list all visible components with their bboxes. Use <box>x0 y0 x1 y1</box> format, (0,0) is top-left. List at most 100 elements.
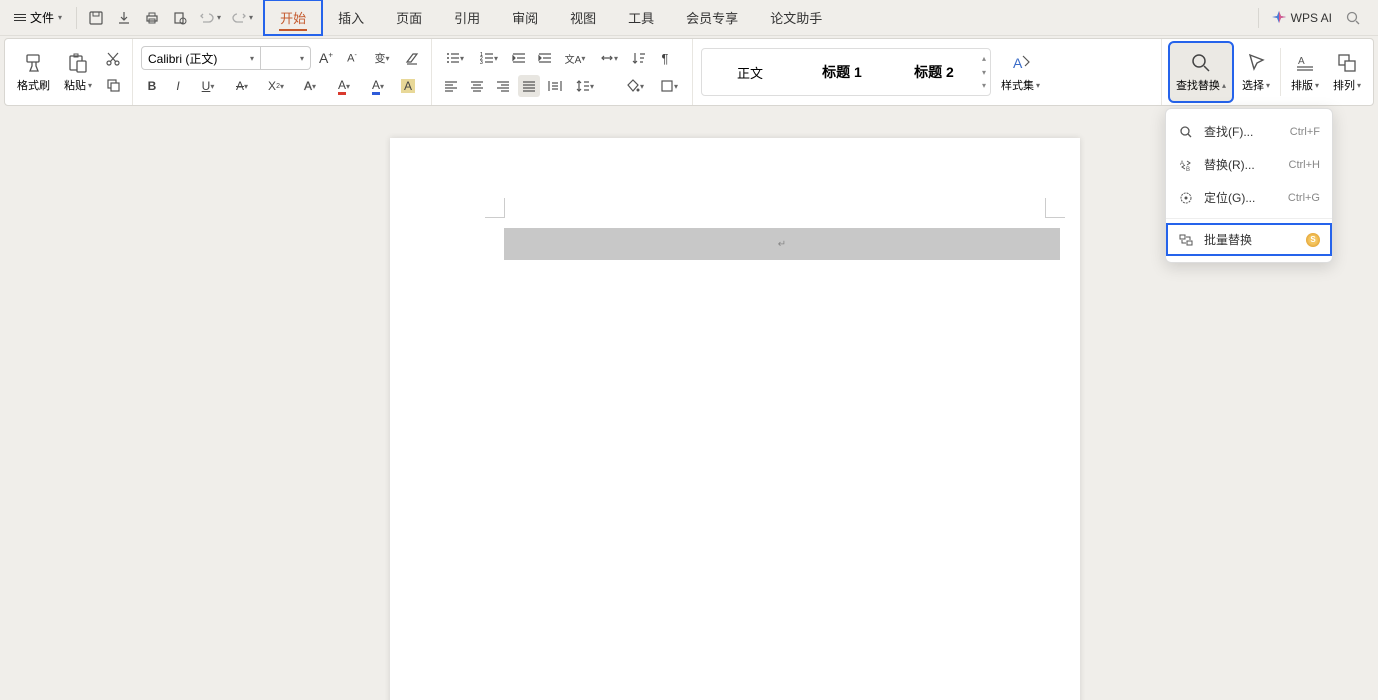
highlight-button[interactable]: A▾ <box>329 75 359 97</box>
font-name-select[interactable]: Calibri (正文) ▾ <box>141 46 261 70</box>
italic-button[interactable]: I <box>167 75 189 97</box>
text-effect-button[interactable]: A▾ <box>295 75 325 97</box>
style-expand-button[interactable]: ▾ <box>982 81 986 90</box>
format-painter-label: 格式刷 <box>17 77 50 93</box>
phonetic-guide-button[interactable]: 变▾ <box>367 47 397 69</box>
style-set-icon: A <box>1009 51 1033 75</box>
style-set-button[interactable]: A 样式集▾ <box>997 43 1044 101</box>
show-marks-button[interactable]: ¶ <box>654 47 676 69</box>
numbering-button[interactable]: 123▾ <box>474 47 504 69</box>
print-button[interactable] <box>143 9 161 27</box>
quick-access-bar: ▾ ▾ <box>77 7 264 29</box>
search-button[interactable] <box>1344 9 1362 27</box>
chevron-down-icon: ▾ <box>250 54 254 63</box>
chevron-down-icon: ▾ <box>217 13 221 22</box>
tab-insert[interactable]: 插入 <box>322 0 380 35</box>
decrease-indent-button[interactable] <box>508 47 530 69</box>
copy-button[interactable] <box>102 74 124 96</box>
dropdown-find[interactable]: 查找(F)... Ctrl+F <box>1166 115 1332 148</box>
layout-icon: A <box>1293 51 1317 75</box>
cut-button[interactable] <box>102 48 124 70</box>
shading-button[interactable]: ▾ <box>620 75 650 97</box>
save-button[interactable] <box>87 9 105 27</box>
svg-text:A: A <box>1013 55 1023 71</box>
batch-replace-icon <box>1178 232 1194 248</box>
style-heading1[interactable]: 标题 1 <box>798 52 886 92</box>
paragraph-group: ▾ 123▾ 文A▾ ▾ ¶ ▾ ▾ ▾ <box>432 39 693 105</box>
arrange-icon <box>1335 51 1359 75</box>
clipboard-extras <box>102 43 124 101</box>
chevron-down-icon: ▾ <box>300 54 304 63</box>
text-scale-button[interactable]: ▾ <box>594 47 624 69</box>
align-justify-button[interactable] <box>518 75 540 97</box>
selected-paragraph[interactable]: ↵ <box>504 228 1060 260</box>
style-down-button[interactable]: ▾ <box>982 68 986 77</box>
font-selector: Calibri (正文) ▾ ▾ <box>141 46 311 70</box>
hamburger-icon <box>14 14 26 21</box>
style-heading2[interactable]: 标题 2 <box>890 52 978 92</box>
find-replace-button[interactable]: 查找替换▴ <box>1170 43 1232 101</box>
sort-button[interactable] <box>628 47 650 69</box>
bullets-button[interactable]: ▾ <box>440 47 470 69</box>
underline-button[interactable]: U▾ <box>193 75 223 97</box>
tab-view[interactable]: 视图 <box>554 0 612 35</box>
tab-label: 引用 <box>454 8 480 27</box>
bold-button[interactable]: B <box>141 75 163 97</box>
tab-label: 工具 <box>628 8 654 27</box>
select-button[interactable]: 选择▾ <box>1238 43 1274 101</box>
tab-page[interactable]: 页面 <box>380 0 438 35</box>
font-color-button[interactable]: A▾ <box>363 75 393 97</box>
wps-ai-icon <box>1271 10 1287 26</box>
document-page[interactable]: ↵ <box>390 138 1080 700</box>
increase-indent-button[interactable] <box>534 47 556 69</box>
dropdown-goto-label: 定位(G)... <box>1204 189 1278 206</box>
dropdown-replace-shortcut: Ctrl+H <box>1289 159 1320 171</box>
layout-button[interactable]: A 排版▾ <box>1287 43 1323 101</box>
dropdown-replace[interactable]: AB 替换(R)... Ctrl+H <box>1166 148 1332 181</box>
tab-thesis[interactable]: 论文助手 <box>754 0 838 35</box>
file-menu-label: 文件 <box>30 9 54 26</box>
dropdown-batch-replace[interactable]: 批量替换 S <box>1166 223 1332 256</box>
line-spacing-button[interactable]: ▾ <box>570 75 600 97</box>
tab-reference[interactable]: 引用 <box>438 0 496 35</box>
arrange-button[interactable]: 排列▾ <box>1329 43 1365 101</box>
svg-text:3: 3 <box>480 60 483 65</box>
editing-group: 查找替换▴ 选择▾ A 排版▾ 排列▾ <box>1162 39 1373 105</box>
ribbon: 格式刷 粘贴▾ Calibri (正文) ▾ <box>4 38 1374 106</box>
char-shading-button[interactable]: A <box>397 75 419 97</box>
tab-label: 页面 <box>396 8 422 27</box>
align-right-button[interactable] <box>492 75 514 97</box>
format-painter-button[interactable]: 格式刷 <box>13 43 54 101</box>
file-menu[interactable]: 文件 ▾ <box>8 5 68 30</box>
tab-review[interactable]: 审阅 <box>496 0 554 35</box>
style-up-button[interactable]: ▴ <box>982 54 986 63</box>
borders-button[interactable]: ▾ <box>654 75 684 97</box>
align-left-button[interactable] <box>440 75 462 97</box>
tab-member[interactable]: 会员专享 <box>670 0 754 35</box>
tab-label: 审阅 <box>512 8 538 27</box>
export-button[interactable] <box>115 9 133 27</box>
wps-ai-button[interactable]: WPS AI <box>1271 10 1332 26</box>
dropdown-batch-label: 批量替换 <box>1204 231 1296 248</box>
clear-format-button[interactable] <box>401 47 423 69</box>
menu-bar: 文件 ▾ ▾ ▾ 开始 插入 页面 引用 审阅 视图 工具 会 <box>0 0 1378 36</box>
paste-button[interactable]: 粘贴▾ <box>60 43 96 101</box>
ribbon-tabs: 开始 插入 页面 引用 审阅 视图 工具 会员专享 论文助手 <box>264 0 838 35</box>
undo-button[interactable]: ▾ <box>199 10 221 26</box>
align-center-button[interactable] <box>466 75 488 97</box>
decrease-font-button[interactable]: A- <box>341 47 363 69</box>
redo-button[interactable]: ▾ <box>231 10 253 26</box>
strikethrough-button[interactable]: A▾ <box>227 75 257 97</box>
font-size-select[interactable]: ▾ <box>261 46 311 70</box>
distribute-button[interactable] <box>544 75 566 97</box>
tab-tools[interactable]: 工具 <box>612 0 670 35</box>
tab-home[interactable]: 开始 <box>264 0 322 35</box>
search-icon <box>1178 124 1194 140</box>
superscript-button[interactable]: X2▾ <box>261 75 291 97</box>
menu-left: 文件 ▾ <box>8 7 77 29</box>
style-normal[interactable]: 正文 <box>706 52 794 92</box>
text-direction-button[interactable]: 文A▾ <box>560 47 590 69</box>
print-preview-button[interactable] <box>171 9 189 27</box>
increase-font-button[interactable]: A+ <box>315 47 337 69</box>
dropdown-goto[interactable]: 定位(G)... Ctrl+G <box>1166 181 1332 214</box>
